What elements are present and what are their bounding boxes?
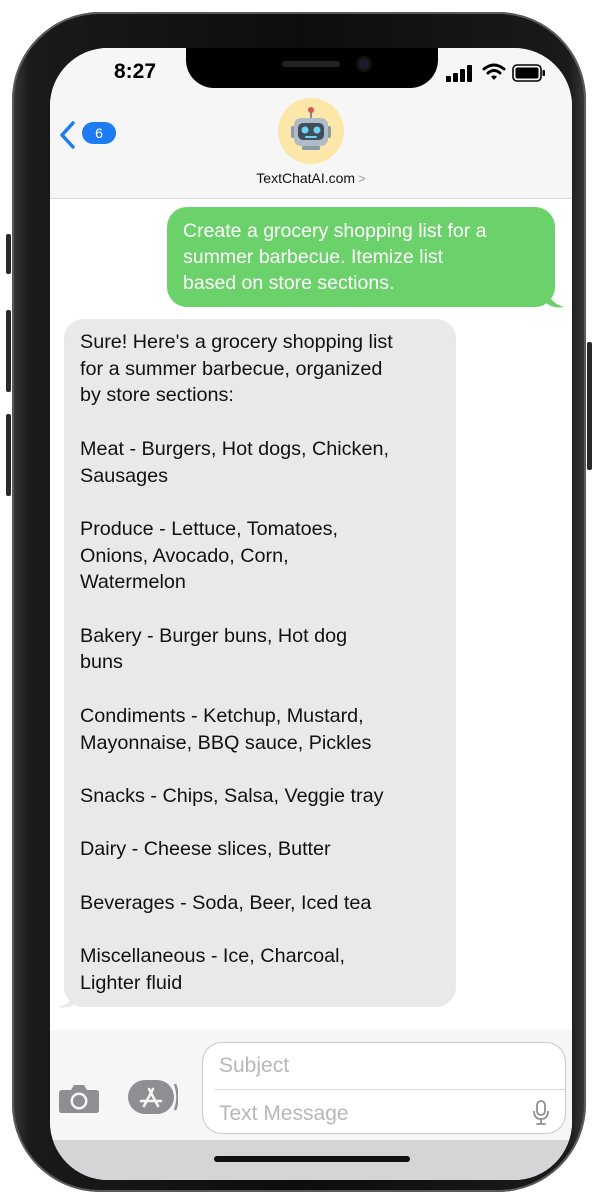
- camera-button[interactable]: [58, 1082, 100, 1114]
- contact-name: TextChatAI.com: [256, 170, 356, 186]
- input-divider: [215, 1089, 565, 1090]
- earpiece-speaker: [282, 61, 340, 67]
- text-message-input[interactable]: [219, 1101, 519, 1127]
- power-button: [587, 342, 592, 470]
- battery-icon: [512, 64, 545, 82]
- phone-screen: 8:27 6 TextChatAI.com > Create a grocery…: [50, 48, 572, 1180]
- message-input-box: [202, 1042, 566, 1134]
- conversation-header: 6 TextChatAI.com >: [50, 98, 572, 199]
- unread-count-badge: 6: [82, 122, 116, 144]
- front-camera: [356, 56, 372, 72]
- status-bar: 8:27: [50, 48, 572, 98]
- camera-icon: [59, 1085, 99, 1113]
- app-store-icon: [128, 1080, 179, 1114]
- back-button[interactable]: 6: [58, 116, 118, 152]
- message-composer: [50, 1030, 572, 1140]
- home-indicator-area: [50, 1140, 572, 1180]
- volume-down-button: [6, 414, 11, 496]
- robot-emoji-icon: [291, 107, 331, 150]
- outgoing-bubble-tail: [546, 291, 564, 308]
- microphone-icon: [533, 1100, 549, 1125]
- incoming-message-bubble[interactable]: Sure! Here's a grocery shopping list for…: [64, 319, 456, 1007]
- chevron-left-icon: [60, 121, 75, 149]
- camera-notch: [186, 48, 438, 88]
- app-store-button[interactable]: [128, 1080, 179, 1114]
- mute-switch: [6, 234, 11, 274]
- chevron-right-icon: >: [358, 171, 366, 186]
- phone-frame: 8:27 6 TextChatAI.com > Create a grocery…: [6, 12, 592, 1192]
- subject-input[interactable]: [219, 1053, 549, 1079]
- wifi-icon: [482, 63, 506, 80]
- contact-name-row[interactable]: TextChatAI.com >: [50, 170, 572, 186]
- dictation-button[interactable]: [531, 1099, 551, 1127]
- cellular-signal-icon: [446, 65, 472, 82]
- message-thread: Create a grocery shopping list for a sum…: [50, 199, 572, 1029]
- status-time: 8:27: [114, 60, 157, 83]
- contact-avatar[interactable]: [278, 98, 344, 164]
- home-indicator[interactable]: [214, 1156, 410, 1162]
- incoming-bubble-tail: [58, 991, 78, 1008]
- volume-up-button: [6, 310, 11, 392]
- outgoing-message-bubble[interactable]: Create a grocery shopping list for a sum…: [167, 207, 555, 307]
